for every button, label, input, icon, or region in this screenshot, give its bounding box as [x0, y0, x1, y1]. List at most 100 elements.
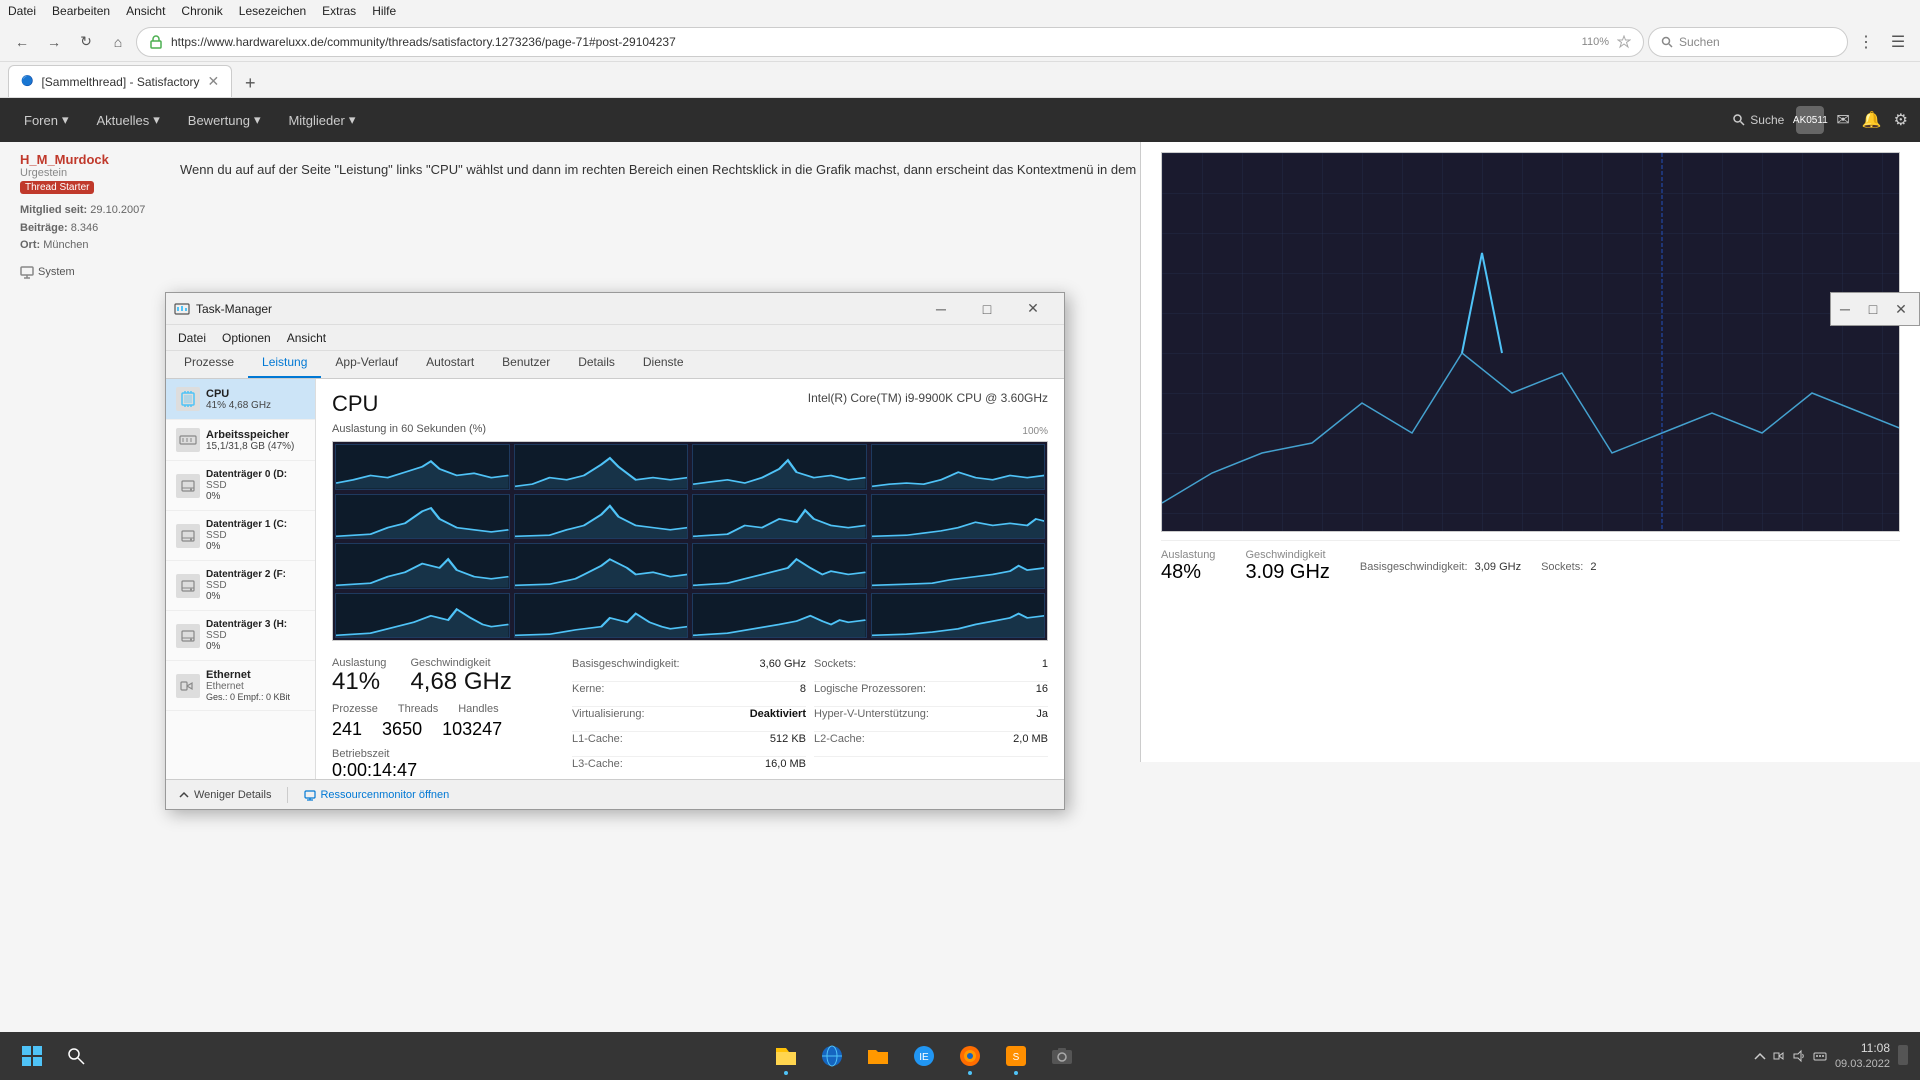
tab-app-verlauf[interactable]: App-Verlauf [321, 351, 412, 378]
tab-dienste[interactable]: Dienste [629, 351, 698, 378]
camera-icon [1050, 1044, 1074, 1068]
menu-datei-tm[interactable]: Datei [170, 329, 214, 347]
menu-chronik[interactable]: Chronik [181, 4, 222, 18]
new-tab-button[interactable]: + [236, 69, 264, 97]
less-details-button[interactable]: Weniger Details [178, 789, 271, 801]
active-tab[interactable]: 🔵 [Sammelthread] - Satisfactory ✕ [8, 65, 232, 97]
browser-toolbar: ← → ↻ ⌂ https://www.hardwareluxx.de/comm… [0, 22, 1920, 62]
satisfactory-icon: S [1004, 1044, 1028, 1068]
settings-icon[interactable]: ⚙ [1894, 110, 1908, 130]
taskbar-app-folder[interactable] [856, 1034, 900, 1078]
left-item-ethernet[interactable]: Ethernet Ethernet Ges.: 0 Empf.: 0 KBit [166, 661, 315, 711]
left-item-disk1[interactable]: Datenträger 1 (C: SSD 0% [166, 511, 315, 561]
menu-hilfe[interactable]: Hilfe [372, 4, 396, 18]
nav-foren[interactable]: Foren ▾ [12, 106, 81, 134]
extensions-button[interactable]: ⋮ [1852, 28, 1880, 56]
nav-bewertung[interactable]: Bewertung ▾ [176, 106, 273, 134]
home-button[interactable]: ⌂ [104, 28, 132, 56]
svg-text:S: S [1013, 1052, 1020, 1063]
cpu-graph-14 [514, 593, 689, 639]
taskbar-left [12, 1036, 96, 1076]
partial-maximize[interactable]: □ [1859, 293, 1887, 325]
cpu-graph-5 [335, 494, 510, 540]
cpu-graph-7 [692, 494, 867, 540]
taskbar-app-browser[interactable] [810, 1034, 854, 1078]
left-item-ram-info: Arbeitsspeicher 15,1/31,8 GB (47%) [206, 429, 305, 452]
cpu-graph-13 [335, 593, 510, 639]
close-button[interactable]: ✕ [1010, 293, 1056, 325]
bg-performance-graph [1161, 152, 1900, 532]
reload-button[interactable]: ↻ [72, 28, 100, 56]
left-item-disk0[interactable]: Datenträger 0 (D: SSD 0% [166, 461, 315, 511]
threads-block: Threads [398, 703, 438, 715]
left-item-cpu[interactable]: CPU 41% 4,68 GHz [166, 379, 315, 420]
notification-icon[interactable]: ✉ [1836, 110, 1849, 130]
tab-autostart[interactable]: Autostart [412, 351, 488, 378]
cpu-graph-10 [514, 543, 689, 589]
disk3-icon [176, 624, 200, 648]
maximize-button[interactable]: □ [964, 293, 1010, 325]
left-item-ram[interactable]: Arbeitsspeicher 15,1/31,8 GB (47%) [166, 420, 315, 461]
security-icon [149, 35, 163, 49]
menu-lesezeichen[interactable]: Lesezeichen [239, 4, 306, 18]
tab-prozesse[interactable]: Prozesse [170, 351, 248, 378]
star-icon[interactable] [1617, 35, 1631, 49]
notification-area[interactable] [1898, 1045, 1908, 1068]
resource-monitor-link[interactable]: Ressourcenmonitor öffnen [304, 789, 449, 801]
window-footer: Weniger Details Ressourcenmonitor öffnen [166, 779, 1064, 809]
left-item-disk3[interactable]: Datenträger 3 (H: SSD 0% [166, 611, 315, 661]
start-button[interactable] [12, 1036, 52, 1076]
more-button[interactable]: ☰ [1884, 28, 1912, 56]
prozesse-block: Prozesse [332, 703, 378, 715]
taskbar-app-firefox[interactable] [948, 1034, 992, 1078]
menu-bearbeiten[interactable]: Bearbeiten [52, 4, 110, 18]
taskbar-app-files[interactable] [764, 1034, 808, 1078]
hyperv-pair: Hyper-V-Unterstützung: Ja [814, 707, 1048, 732]
forward-button[interactable]: → [40, 28, 68, 56]
address-bar[interactable]: https://www.hardwareluxx.de/community/th… [136, 27, 1644, 57]
threads-value: 3650 [382, 719, 422, 740]
tab-leistung[interactable]: Leistung [248, 351, 321, 378]
menu-optionen-tm[interactable]: Optionen [214, 329, 279, 347]
tab-benutzer[interactable]: Benutzer [488, 351, 564, 378]
search-button[interactable] [56, 1036, 96, 1076]
user-avatar[interactable]: AK0511 [1796, 106, 1824, 134]
nav-aktuelles[interactable]: Aktuelles ▾ [85, 106, 172, 134]
logische-pair: Logische Prozessoren: 16 [814, 682, 1048, 707]
bg-graph-content: Auslastung 48% Geschwindigkeit 3.09 GHz … [1141, 142, 1920, 762]
left-item-disk2[interactable]: Datenträger 2 (F: SSD 0% [166, 561, 315, 611]
partial-close[interactable]: ✕ [1887, 293, 1915, 325]
menu-ansicht-tm[interactable]: Ansicht [279, 329, 334, 347]
menu-extras[interactable]: Extras [322, 4, 356, 18]
nav-search-btn[interactable]: Suche [1732, 113, 1784, 127]
process-stats: Prozesse Threads Handles [332, 703, 552, 715]
left-item-cpu-info: CPU 41% 4,68 GHz [206, 388, 305, 411]
right-panel: CPU Intel(R) Core(TM) i9-9900K CPU @ 3.6… [316, 379, 1064, 779]
taskmanager-icon [174, 301, 190, 317]
nav-mitglieder[interactable]: Mitglieder ▾ [276, 106, 367, 134]
chevron-up-tray-icon[interactable] [1753, 1049, 1767, 1063]
search-box[interactable]: Suchen [1648, 27, 1848, 57]
betriebszeit-block: Betriebszeit 0:00:14:47 [332, 748, 552, 779]
partial-minimize[interactable]: ─ [1831, 293, 1859, 325]
network-icon [1773, 1049, 1787, 1063]
minimize-button[interactable]: ─ [918, 293, 964, 325]
tab-details[interactable]: Details [564, 351, 629, 378]
right-details: Basisgeschwindigkeit: 3,60 GHz Sockets: … [572, 657, 1048, 779]
l3-pair: L3-Cache: 16,0 MB [572, 757, 806, 780]
cpu-model: Intel(R) Core(TM) i9-9900K CPU @ 3.60GHz [808, 391, 1048, 405]
tab-title: [Sammelthread] - Satisfactory [41, 75, 199, 89]
left-item-disk1-info: Datenträger 1 (C: SSD 0% [206, 519, 305, 552]
left-item-disk0-info: Datenträger 0 (D: SSD 0% [206, 469, 305, 502]
menu-ansicht[interactable]: Ansicht [126, 4, 165, 18]
browser-menubar: Datei Bearbeiten Ansicht Chronik Lesezei… [0, 0, 1920, 22]
kerne-pair: Kerne: 8 [572, 682, 806, 707]
menu-datei[interactable]: Datei [8, 4, 36, 18]
taskbar-app-camera[interactable] [1040, 1034, 1084, 1078]
taskbar-app-circle[interactable]: IE [902, 1034, 946, 1078]
background-graph-area: Auslastung 48% Geschwindigkeit 3.09 GHz … [1140, 142, 1920, 762]
taskbar-app-satisfactory[interactable]: S [994, 1034, 1038, 1078]
close-tab-button[interactable]: ✕ [208, 73, 220, 90]
alert-icon[interactable]: 🔔 [1862, 110, 1882, 130]
back-button[interactable]: ← [8, 28, 36, 56]
